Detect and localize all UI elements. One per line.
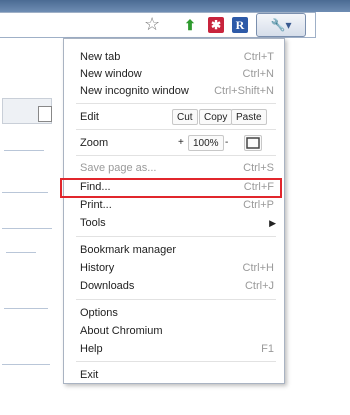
menu-item-options[interactable]: Options (64, 305, 284, 321)
menu-separator (76, 361, 276, 362)
bookmark-star-icon[interactable]: ☆ (144, 14, 160, 34)
extension-red-icon[interactable]: ✱ (208, 17, 224, 33)
menu-item-label: Tools (80, 217, 106, 229)
menu-separator (76, 155, 276, 156)
menu-item-label: Exit (80, 369, 99, 381)
paste-button[interactable]: Paste (231, 109, 267, 125)
menu-item-zoom: Zoom + 100% - (64, 135, 284, 151)
menu-item-label: Bookmark manager (80, 244, 176, 256)
menu-separator (76, 103, 276, 104)
menu-item-bookmark-manager[interactable]: Bookmark manager (64, 242, 284, 258)
menu-item-shortcut: Ctrl+T (243, 51, 274, 63)
menu-item-label: Help (80, 343, 103, 355)
menu-item-label: About Chromium (80, 325, 163, 337)
menu-item-exit[interactable]: Exit (64, 367, 284, 383)
menu-item-label: History (80, 262, 115, 274)
menu-item-label: New tab (80, 51, 121, 63)
menu-item-shortcut: Ctrl+Shift+N (214, 85, 274, 97)
menu-item-label: Options (80, 307, 118, 319)
menu-item-label: Print... (80, 199, 112, 211)
menu-item-save-page[interactable]: Save page as... Ctrl+S (64, 160, 284, 176)
extension-arrow-icon[interactable]: ⬆ (182, 17, 198, 33)
menu-item-shortcut: F1 (261, 343, 274, 355)
page-content-area (0, 40, 60, 415)
menu-item-edit: Edit Cut Copy Paste (64, 109, 284, 125)
browser-titlebar (0, 0, 350, 12)
document-icon (38, 106, 52, 122)
menu-item-label: Downloads (80, 280, 135, 292)
page-divider (4, 308, 48, 309)
menu-item-label: Save page as... (80, 162, 157, 174)
zoom-out-button[interactable]: - (221, 135, 232, 151)
page-divider (2, 192, 48, 193)
menu-item-about-chromium[interactable]: About Chromium (64, 323, 284, 339)
page-divider (2, 228, 52, 229)
fullscreen-icon[interactable] (244, 135, 262, 151)
cut-button[interactable]: Cut (172, 109, 198, 125)
menu-separator (76, 129, 276, 130)
extension-r-icon[interactable]: R (232, 17, 248, 33)
menu-item-shortcut: Ctrl+S (243, 162, 274, 174)
wrench-dropdown-menu: New tab Ctrl+T New window Ctrl+N New inc… (63, 38, 285, 384)
menu-item-shortcut: Ctrl+P (243, 199, 274, 211)
menu-item-label: New window (80, 68, 142, 80)
menu-item-help[interactable]: Help F1 (64, 341, 284, 357)
menu-item-history[interactable]: History Ctrl+H (64, 260, 284, 276)
menu-item-shortcut: Ctrl+H (242, 262, 274, 274)
menu-item-tools[interactable]: Tools ▶ (64, 215, 284, 231)
zoom-level-value: 100% (188, 135, 224, 151)
page-divider (2, 364, 50, 365)
menu-item-new-tab[interactable]: New tab Ctrl+T (64, 49, 284, 65)
menu-separator (76, 236, 276, 237)
menu-item-label: Edit (80, 111, 99, 123)
menu-item-new-incognito-window[interactable]: New incognito window Ctrl+Shift+N (64, 83, 284, 99)
page-divider (6, 252, 36, 253)
menu-item-new-window[interactable]: New window Ctrl+N (64, 66, 284, 82)
menu-item-shortcut: Ctrl+N (242, 68, 274, 80)
submenu-arrow-icon: ▶ (269, 218, 276, 228)
menu-item-print[interactable]: Print... Ctrl+P (64, 197, 284, 213)
menu-separator (76, 299, 276, 300)
find-highlight-box (60, 178, 282, 198)
page-divider (4, 150, 44, 151)
zoom-in-button[interactable]: + (174, 135, 188, 151)
menu-item-downloads[interactable]: Downloads Ctrl+J (64, 278, 284, 294)
menu-item-label: Zoom (80, 137, 109, 149)
wrench-menu-button[interactable]: 🔧▾ (256, 13, 306, 37)
menu-item-shortcut: Ctrl+J (244, 280, 274, 292)
menu-item-label: New incognito window (80, 85, 189, 97)
copy-button[interactable]: Copy (199, 109, 233, 125)
